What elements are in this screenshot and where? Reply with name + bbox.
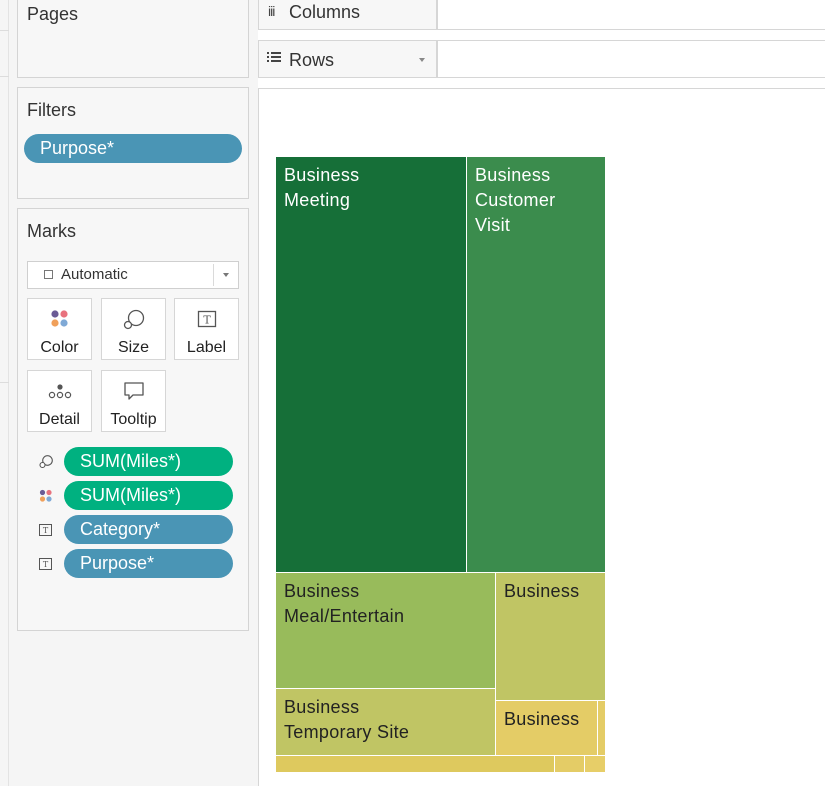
svg-text:T: T xyxy=(43,560,49,569)
marks-card: Marks Automatic Color Size T Label Detai… xyxy=(17,208,249,631)
treemap-cell[interactable]: Business xyxy=(496,701,598,756)
treemap-cell-label: Business xyxy=(284,581,360,601)
detail-button-label: Detail xyxy=(39,411,80,428)
label-icon[interactable]: T xyxy=(38,556,54,572)
treemap-cell[interactable] xyxy=(555,756,585,773)
dropdown-divider xyxy=(213,264,214,286)
filter-pill-purpose[interactable]: Purpose* xyxy=(24,134,242,163)
marks-field-pill-purpose[interactable]: Purpose* xyxy=(64,549,233,578)
label-icon[interactable]: T xyxy=(38,522,54,538)
size-button[interactable]: Size xyxy=(101,298,166,360)
size-icon[interactable] xyxy=(38,454,54,470)
treemap-cell-label: Business xyxy=(504,581,580,601)
color-icon[interactable] xyxy=(38,488,54,504)
columns-shelf-header[interactable]: iii Columns xyxy=(258,0,437,30)
columns-label: Columns xyxy=(289,2,361,22)
treemap-cell[interactable]: Business Meeting xyxy=(276,157,467,573)
treemap-cell-label: Temporary Site xyxy=(284,722,410,742)
treemap-cell[interactable]: Business Meal/Entertain xyxy=(276,573,496,689)
detail-icon xyxy=(28,380,91,402)
mark-shape-icon xyxy=(44,270,53,279)
columns-icon: iii xyxy=(268,3,275,19)
sidebar: Pages Filters Purpose* Marks Automatic C… xyxy=(9,0,258,786)
treemap-cell-label: Customer xyxy=(475,190,556,210)
treemap-cell[interactable] xyxy=(585,756,606,773)
size-icon xyxy=(102,308,165,330)
detail-button[interactable]: Detail xyxy=(27,370,92,432)
chevron-down-icon[interactable] xyxy=(223,273,229,277)
svg-text:T: T xyxy=(43,526,49,535)
treemap-cell-label: Business xyxy=(284,165,360,185)
tooltip-button[interactable]: Tooltip xyxy=(101,370,166,432)
tooltip-icon xyxy=(102,380,165,402)
svg-text:T: T xyxy=(203,314,211,327)
treemap-cell[interactable]: Business Customer Visit xyxy=(467,157,606,573)
label-button-label: Label xyxy=(186,339,227,356)
chevron-down-icon[interactable] xyxy=(419,58,425,62)
color-button-label: Color xyxy=(40,339,79,356)
treemap-cell[interactable]: Business xyxy=(496,573,606,701)
treemap-cell[interactable] xyxy=(276,756,555,773)
marks-field-pill-sum-miles-size[interactable]: SUM(Miles*) xyxy=(64,447,233,476)
marks-title: Marks xyxy=(27,221,76,241)
marks-field-pill-category[interactable]: Category* xyxy=(64,515,233,544)
rows-shelf-dropzone[interactable] xyxy=(437,40,825,78)
strip-divider xyxy=(0,30,9,31)
viz-canvas: Business Meeting Business Customer Visit… xyxy=(258,88,825,786)
label-button[interactable]: T Label xyxy=(174,298,239,360)
strip-divider xyxy=(0,382,9,383)
treemap-cell[interactable]: Business Temporary Site xyxy=(276,689,496,756)
size-button-label: Size xyxy=(117,339,150,356)
mark-type-dropdown[interactable]: Automatic xyxy=(27,261,239,289)
color-button[interactable]: Color xyxy=(27,298,92,360)
label-icon: T xyxy=(175,308,238,330)
left-edge-strip xyxy=(0,0,9,786)
mark-type-value: Automatic xyxy=(61,266,128,283)
treemap-cell-label: Business xyxy=(284,697,360,717)
treemap-cell-label: Meeting xyxy=(284,190,351,210)
tooltip-button-label: Tooltip xyxy=(110,411,157,428)
treemap-cell-label: Business xyxy=(504,709,580,729)
treemap-cell[interactable] xyxy=(598,701,606,756)
pages-title: Pages xyxy=(27,4,79,24)
pages-card[interactable]: Pages xyxy=(17,0,249,78)
rows-shelf-header[interactable]: Rows xyxy=(258,40,437,78)
treemap-cell-label: Visit xyxy=(475,215,511,235)
filters-title: Filters xyxy=(27,100,76,120)
color-icon xyxy=(28,308,91,330)
columns-shelf-dropzone[interactable] xyxy=(437,0,825,30)
rows-icon xyxy=(267,50,281,67)
treemap-cell-label: Business xyxy=(475,165,551,185)
rows-label: Rows xyxy=(289,50,335,70)
marks-field-pill-sum-miles-color[interactable]: SUM(Miles*) xyxy=(64,481,233,510)
filters-card[interactable]: Filters Purpose* xyxy=(17,87,249,199)
strip-divider xyxy=(0,76,9,77)
treemap-cell-label: Meal/Entertain xyxy=(284,606,405,626)
